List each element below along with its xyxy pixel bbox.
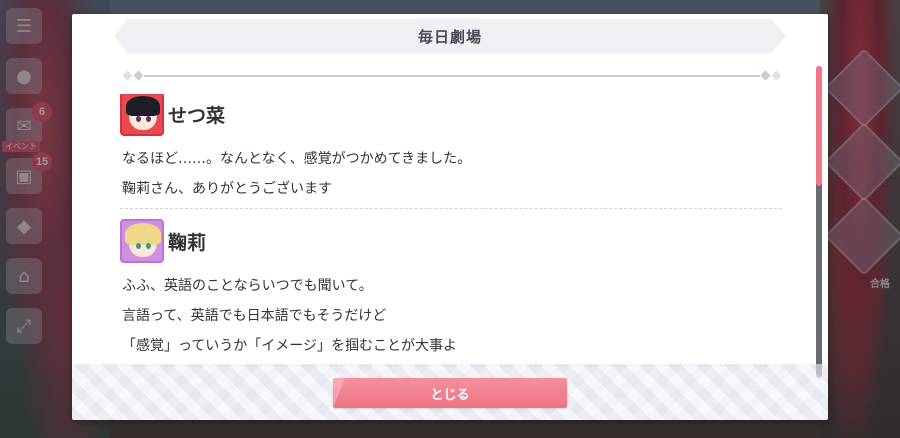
speaker-row: せつ菜 xyxy=(120,94,782,136)
speaker-name: せつ菜 xyxy=(168,104,226,127)
dialogue-entry: せつ菜 なるほど……。なんとなく、感覚がつかめてきました。 鞠莉さん、ありがとう… xyxy=(120,94,782,209)
dialogue-entry: 鞠莉 ふふ、英語のことならいつでも聞いて。 言語って、英語でも日本語でもそうだけ… xyxy=(120,219,782,366)
dialogue-line: 言語って、英語でも日本語でもそうだけど xyxy=(122,308,387,324)
dialogue-line: なるほど……。なんとなく、感覚がつかめてきました。 xyxy=(122,151,472,167)
close-button[interactable]: とじる xyxy=(333,378,567,408)
speaker-row: 鞠莉 xyxy=(120,219,782,263)
divider-diamond-right-outer xyxy=(771,70,782,81)
speaker-name: 鞠莉 xyxy=(168,231,207,254)
setsuna-avatar-icon xyxy=(120,94,164,136)
divider-diamond-right-inner xyxy=(760,70,771,81)
dialogue-line: ふふ、英語のことならいつでも聞いて。 xyxy=(122,278,373,294)
dialogue-scroll-area[interactable]: せつ菜 なるほど……。なんとなく、感覚がつかめてきました。 鞠莉さん、ありがとう… xyxy=(120,94,782,384)
scrollbar-thumb[interactable] xyxy=(816,66,822,186)
scrollbar[interactable] xyxy=(816,66,822,378)
entry-separator xyxy=(120,208,782,209)
daily-theater-dialog: 毎日劇場 せつ菜 なるほど……。なんとなく、感覚がつかめてきました。 鞠莉さん、… xyxy=(72,14,828,420)
header-divider xyxy=(122,70,782,81)
dialogue-line: 「感覚」っていうか「イメージ」を掴むことが大事よ xyxy=(122,338,458,354)
dialog-footer: とじる xyxy=(72,364,828,420)
mari-avatar-icon xyxy=(120,219,164,263)
divider-diamond-left-inner xyxy=(133,70,144,81)
dialog-title: 毎日劇場 xyxy=(417,27,482,46)
dialog-header: 毎日劇場 xyxy=(114,19,786,53)
divider-diamond-left-outer xyxy=(122,70,133,81)
dialogue-line: 鞠莉さん、ありがとうございます xyxy=(122,181,332,197)
